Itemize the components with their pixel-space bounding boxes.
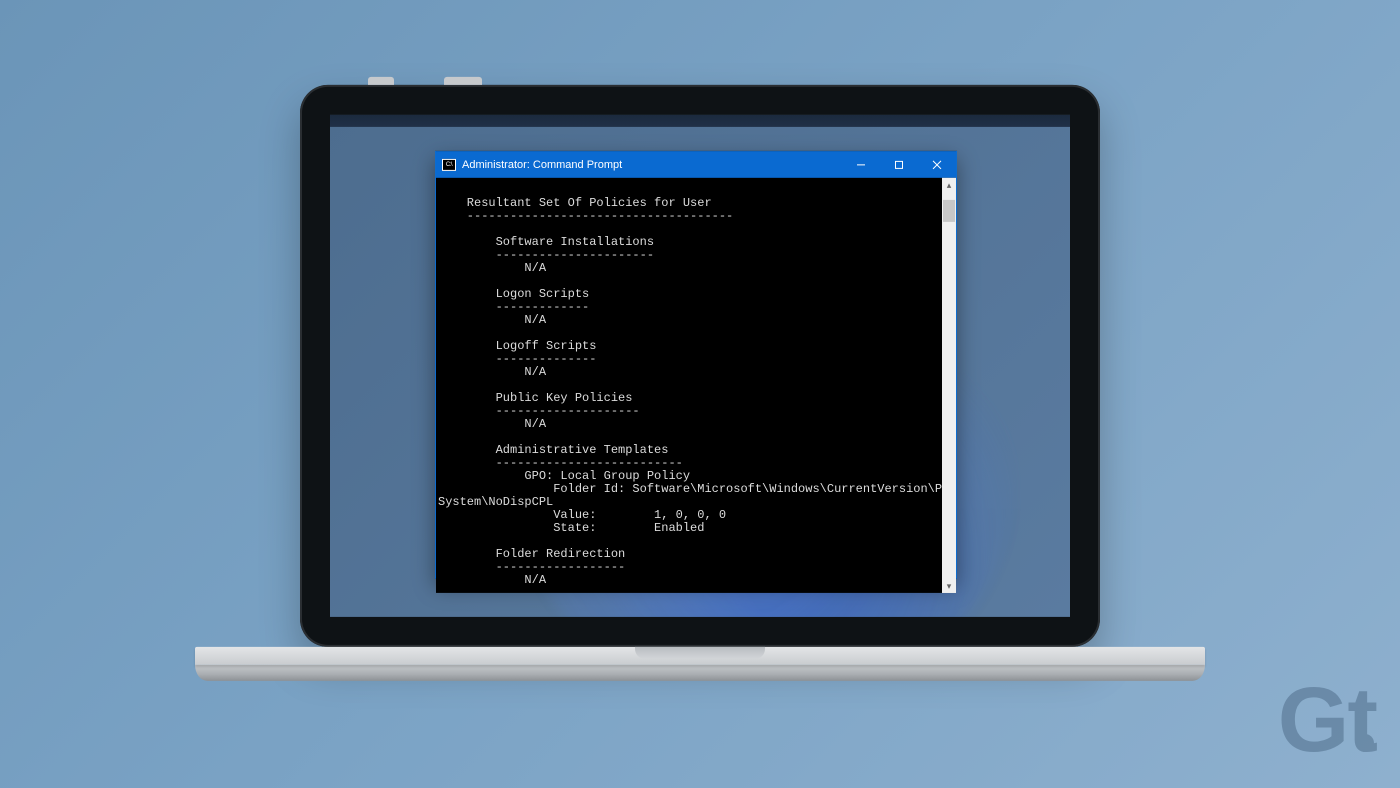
screen-bezel: C:\ Administrator: Command Prompt Result…	[300, 85, 1100, 647]
cmd-titlebar[interactable]: C:\ Administrator: Command Prompt	[436, 152, 956, 178]
desktop-screen: C:\ Administrator: Command Prompt Result…	[330, 115, 1070, 617]
cmd-window-title: Administrator: Command Prompt	[462, 159, 842, 171]
laptop-device-frame: C:\ Administrator: Command Prompt Result…	[300, 85, 1100, 647]
cmd-scrollbar[interactable]: ▴ ▾	[942, 178, 956, 593]
laptop-base	[195, 647, 1205, 685]
watermark-t: t	[1347, 684, 1372, 758]
scroll-thumb[interactable]	[943, 200, 955, 222]
scroll-down-icon[interactable]: ▾	[942, 579, 956, 593]
minimize-button[interactable]	[842, 152, 880, 178]
cmd-icon: C:\	[442, 159, 456, 171]
close-button[interactable]	[918, 152, 956, 178]
scroll-up-icon[interactable]: ▴	[942, 178, 956, 192]
desktop-top-strip	[330, 115, 1070, 127]
maximize-button[interactable]	[880, 152, 918, 178]
cmd-output[interactable]: Resultant Set Of Policies for User -----…	[436, 178, 942, 593]
brand-watermark: G t	[1278, 684, 1372, 758]
command-prompt-window: C:\ Administrator: Command Prompt Result…	[435, 151, 957, 579]
device-top-buttons	[368, 77, 482, 85]
watermark-g: G	[1278, 684, 1344, 758]
